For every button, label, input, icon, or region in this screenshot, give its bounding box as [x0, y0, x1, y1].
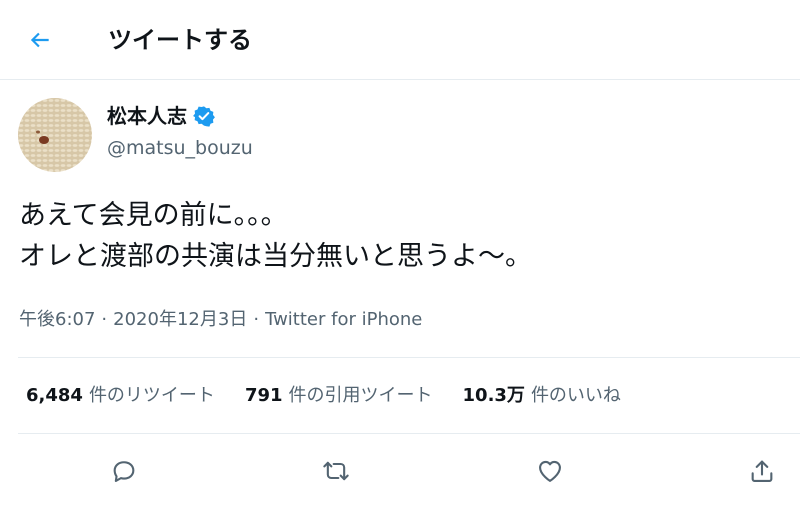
tweet-actions	[0, 448, 800, 494]
tweet-text-line: あえて会見の前に。。。	[19, 200, 288, 231]
reply-button[interactable]	[107, 454, 141, 488]
tweet-time[interactable]: 午後6:07	[19, 309, 95, 330]
meta-separator: ·	[101, 309, 108, 330]
share-icon	[751, 460, 773, 482]
verified-badge-icon	[193, 104, 217, 128]
meta-separator: ·	[253, 309, 260, 330]
author-name-row: 松本人志	[107, 103, 217, 129]
quotes-count: 791	[244, 385, 283, 406]
like-button[interactable]	[533, 454, 567, 488]
tweet-meta: 午後6:07 · 2020年12月3日 · Twitter for iPhone	[19, 306, 422, 334]
retweets-count: 6,484	[26, 385, 83, 406]
author-display-name[interactable]: 松本人志	[107, 103, 187, 129]
back-button[interactable]	[22, 22, 58, 58]
avatar[interactable]	[18, 98, 92, 172]
likes-stat[interactable]: 10.3万 件のいいね	[463, 382, 621, 410]
tweet-text: あえて会見の前に。。。 オレと渡部の共演は当分無いと思うよ〜。	[19, 195, 789, 277]
like-icon	[539, 460, 561, 482]
tweet-date[interactable]: 2020年12月3日	[113, 309, 247, 330]
author-handle[interactable]: @matsu_bouzu	[107, 136, 253, 160]
tweet-stats: 6,484 件のリツイート 791 件の引用ツイート 10.3万 件のいいね	[26, 382, 651, 410]
quotes-stat[interactable]: 791 件の引用ツイート	[245, 382, 433, 410]
divider	[18, 357, 800, 358]
tweet-text-line: オレと渡部の共演は当分無いと思うよ〜。	[19, 241, 532, 272]
header: ツイートする	[0, 0, 800, 80]
tweet-source[interactable]: Twitter for iPhone	[265, 309, 422, 330]
likes-label: 件のいいね	[530, 385, 621, 406]
likes-count: 10.3万	[462, 385, 525, 406]
retweet-icon	[323, 461, 349, 481]
retweets-label: 件のリツイート	[88, 385, 215, 406]
quotes-label: 件の引用ツイート	[288, 385, 433, 406]
reply-icon	[113, 461, 135, 482]
share-button[interactable]	[745, 454, 779, 488]
divider	[18, 433, 800, 434]
retweet-button[interactable]	[319, 454, 353, 488]
back-arrow-icon	[30, 32, 49, 48]
page-title: ツイートする	[108, 26, 252, 54]
retweets-stat[interactable]: 6,484 件のリツイート	[26, 382, 215, 410]
